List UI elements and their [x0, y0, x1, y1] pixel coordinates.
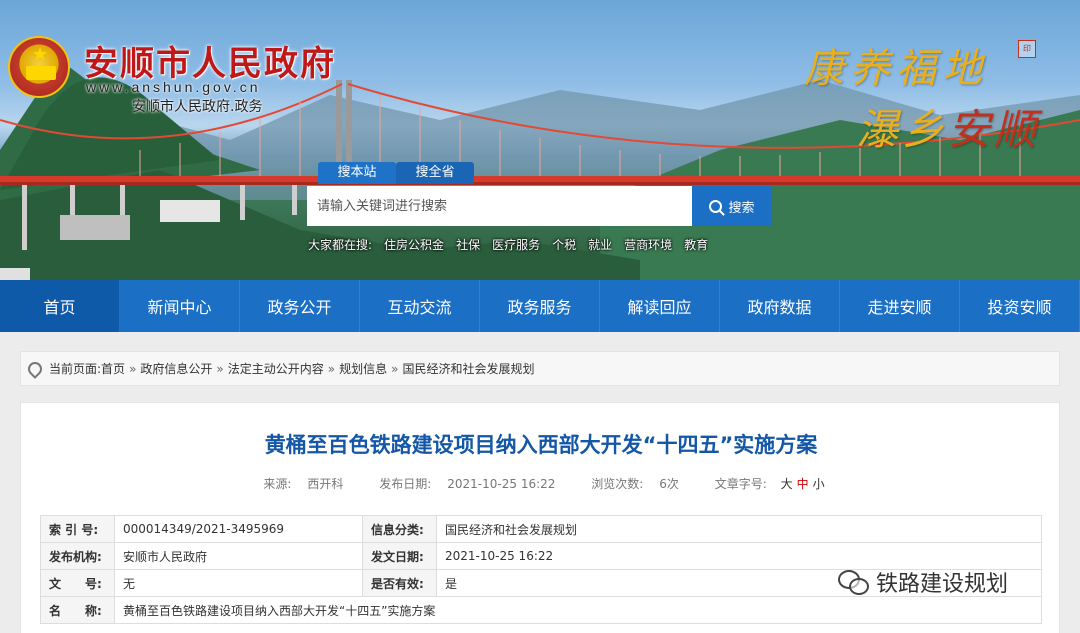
table-row: 名 称: 黄桶至百色铁路建设项目纳入西部大开发“十四五”实施方案 [40, 596, 1042, 624]
table-key: 文 号: [40, 569, 115, 597]
table-key: 信息分类: [362, 515, 437, 543]
meta-source-value: 西开科 [307, 477, 344, 491]
slogan-line2-b: 安顺 [948, 105, 1041, 154]
main-nav: 首页 新闻中心 政务公开 互动交流 政务服务 解读回应 政府数据 走进安顺 投资… [0, 280, 1080, 332]
search-button[interactable]: 搜索 [692, 186, 772, 226]
meta-date-value: 2021-10-25 16:22 [447, 477, 556, 491]
fontsize-medium-button[interactable]: 中 [797, 477, 809, 491]
nav-item-news[interactable]: 新闻中心 [120, 280, 240, 332]
breadcrumb-prefix: 当前页面: [49, 362, 102, 376]
national-emblem-icon: ★ [8, 36, 70, 98]
search-button-label: 搜索 [728, 200, 755, 216]
meta-views: 浏览次数: 6次 [583, 477, 687, 491]
meta-date: 发布日期: 2021-10-25 16:22 [371, 477, 563, 491]
search-icon [709, 199, 723, 213]
search-tab-province[interactable]: 搜全省 [396, 162, 474, 184]
seal-stamp-icon: 印 [1018, 40, 1036, 58]
nav-item-about-anshun[interactable]: 走进安顺 [840, 280, 960, 332]
location-pin-icon [25, 358, 45, 379]
nav-item-interaction[interactable]: 互动交流 [360, 280, 480, 332]
nav-item-gov-open[interactable]: 政务公开 [240, 280, 360, 332]
table-value: 000014349/2021-3495969 [114, 515, 363, 543]
site-url: www.anshun.gov.cn [86, 79, 261, 95]
header-banner: ★ 安顺市人民政府 www.anshun.gov.cn 安顺市人民政府.政务 康… [0, 0, 1080, 280]
table-value: 国民经济和社会发展规划 [436, 515, 1042, 543]
table-value: 黄桶至百色铁路建设项目纳入西部大开发“十四五”实施方案 [114, 596, 1042, 624]
table-value: 安顺市人民政府 [114, 542, 363, 570]
nav-item-services[interactable]: 政务服务 [480, 280, 600, 332]
nav-item-interpretation[interactable]: 解读回应 [600, 280, 720, 332]
article-panel: 黄桶至百色铁路建设项目纳入西部大开发“十四五”实施方案 来源: 西开科 发布日期:… [20, 402, 1060, 633]
breadcrumb-link[interactable]: 首页 [101, 360, 125, 377]
nav-item-invest[interactable]: 投资安顺 [960, 280, 1080, 332]
table-key: 索 引 号: [40, 515, 115, 543]
breadcrumb-separator: » [327, 361, 336, 376]
site-title[interactable]: 安顺市人民政府 [84, 36, 336, 85]
meta-fontsize: 文章字号: 大中小 [707, 477, 827, 491]
breadcrumb-separator: » [129, 361, 137, 376]
search-tabs: 搜本站 搜全省 [318, 162, 474, 186]
breadcrumb-separator: » [391, 361, 399, 376]
watermark-text: 铁路建设规划 [876, 572, 1009, 597]
wechat-icon [838, 570, 869, 595]
search-tab-site[interactable]: 搜本站 [318, 162, 396, 184]
hot-searches-label: 大家都在搜: [308, 238, 373, 252]
search-box: 搜索 [307, 186, 772, 226]
table-row: 索 引 号: 000014349/2021-3495969 信息分类: 国民经济… [40, 515, 1042, 543]
meta-views-label: 浏览次数: [591, 477, 644, 491]
meta-fontsize-label: 文章字号: [714, 477, 767, 491]
breadcrumb: 当前页面: 首页 » 政府信息公开 » 法定主动公开内容 » 规划信息 » 国民… [20, 351, 1060, 386]
meta-source-label: 来源: [263, 477, 292, 491]
slogan-line1: 康养福地 [804, 46, 988, 92]
meta-date-label: 发布日期: [379, 477, 432, 491]
fontsize-small-button[interactable]: 小 [813, 477, 825, 491]
fontsize-large-button[interactable]: 大 [781, 477, 793, 491]
hot-term[interactable]: 营商环境 [624, 236, 672, 253]
breadcrumb-link[interactable]: 法定主动公开内容 [228, 360, 324, 377]
breadcrumb-link[interactable]: 规划信息 [339, 360, 387, 377]
meta-source: 来源: 西开科 [255, 477, 351, 491]
breadcrumb-link[interactable]: 国民经济和社会发展规划 [402, 360, 534, 377]
table-key: 名 称: [40, 596, 115, 624]
nav-item-home[interactable]: 首页 [0, 280, 120, 332]
site-subtitle: 安顺市人民政府.政务 [132, 99, 263, 115]
hot-term[interactable]: 住房公积金 [384, 236, 444, 253]
breadcrumb-separator: » [216, 361, 224, 376]
hot-term[interactable]: 个税 [552, 236, 576, 253]
hot-term[interactable]: 就业 [588, 236, 612, 253]
table-value: 无 [114, 569, 363, 597]
hot-term[interactable]: 社保 [456, 236, 480, 253]
table-key: 是否有效: [362, 569, 437, 597]
hot-searches: 大家都在搜: 住房公积金 社保 医疗服务 个税 就业 营商环境 教育 [308, 236, 708, 253]
nav-item-gov-data[interactable]: 政府数据 [720, 280, 840, 332]
watermark: 铁路建设规划 [838, 566, 1008, 598]
hot-term[interactable]: 医疗服务 [492, 236, 540, 253]
meta-views-value: 6次 [659, 477, 679, 491]
slogan-line2: 瀑乡安顺 [856, 96, 1040, 157]
article-title: 黄桶至百色铁路建设项目纳入西部大开发“十四五”实施方案 [264, 433, 818, 457]
search-input[interactable] [307, 186, 692, 226]
table-key: 发布机构: [40, 542, 115, 570]
breadcrumb-link[interactable]: 政府信息公开 [140, 360, 212, 377]
slogan-line2-a: 瀑乡 [856, 105, 949, 154]
table-key: 发文日期: [362, 542, 437, 570]
hot-term[interactable]: 教育 [684, 236, 708, 253]
article-meta: 来源: 西开科 发布日期: 2021-10-25 16:22 浏览次数: 6次 文章字… [21, 475, 1061, 492]
